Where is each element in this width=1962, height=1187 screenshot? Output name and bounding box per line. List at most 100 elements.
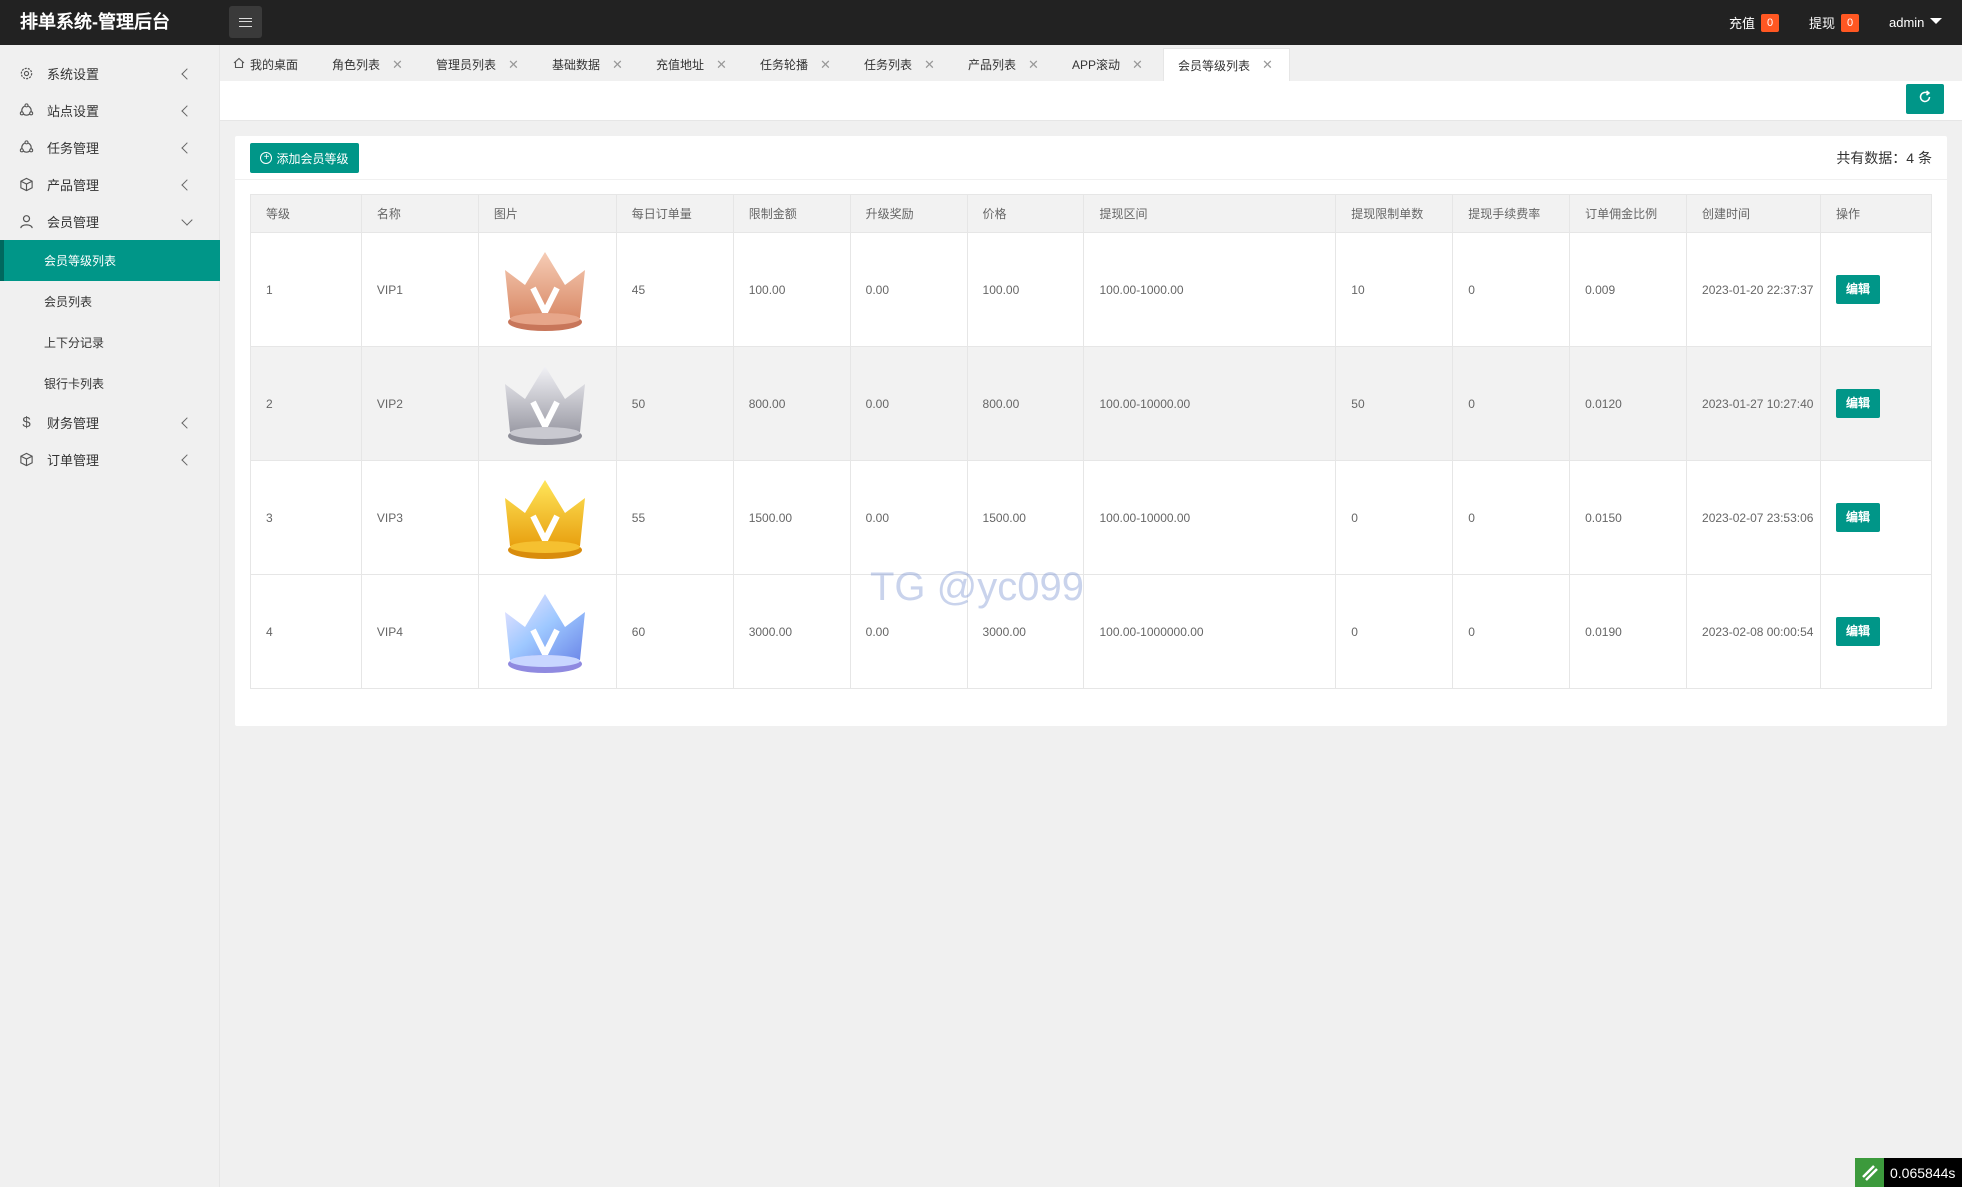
watermark-text: TG @yc099 (870, 565, 1085, 609)
member-level-table: 等级 名称 图片 每日订单量 限制金额 升级奖励 价格 提现区间 提现限制单数 … (250, 194, 1933, 689)
edit-button[interactable]: 编辑 (1835, 617, 1880, 646)
cell-action: 编辑 (1819, 232, 1933, 347)
cell-limit: 1500.00 (732, 460, 851, 575)
refresh-button[interactable] (1906, 84, 1944, 114)
tab-roles[interactable]: 角色列表 ✕ (332, 48, 403, 81)
crown-silver-icon (504, 365, 585, 445)
tab-label: 基础数据 (552, 58, 601, 72)
withdraw-label: 提现 (1809, 16, 1836, 31)
sidebar-item-member[interactable]: 会员管理 (0, 203, 220, 240)
tab-admins[interactable]: 管理员列表 ✕ (436, 48, 519, 81)
cell-name: VIP4 (360, 574, 479, 689)
column-header: 操作 (1819, 194, 1933, 233)
cell-withdraw-range: 100.00-10000.00 (1083, 460, 1337, 575)
cell-fee: 0 (1452, 346, 1571, 461)
cell-withdraw-range: 100.00-1000.00 (1083, 232, 1337, 347)
sidebar-subitem-member-level[interactable]: 会员等级列表 (0, 240, 220, 281)
cell-action: 编辑 (1819, 460, 1933, 575)
sidebar-item-product[interactable]: 产品管理 (0, 166, 220, 203)
site-icon (19, 103, 34, 118)
tab-label: 管理员列表 (436, 58, 497, 72)
tab-task-carousel[interactable]: 任务轮播 ✕ (760, 48, 831, 81)
table-row: 2 VIP2 50 800.00 0.00 800.00 100.00-1000… (250, 346, 1933, 461)
close-icon[interactable]: ✕ (508, 57, 519, 73)
column-header: 每日订单量 (615, 194, 734, 233)
cell-image (477, 460, 617, 575)
close-icon[interactable]: ✕ (1028, 57, 1039, 73)
cell-price: 1500.00 (966, 460, 1085, 575)
tab-base-data[interactable]: 基础数据 ✕ (552, 48, 623, 81)
column-header: 升级奖励 (849, 194, 968, 233)
cell-limit: 800.00 (732, 346, 851, 461)
dollar-icon: $ (22, 414, 31, 431)
top-bar: 排单系统-管理后台 充值 0 提现 0 admin (0, 0, 1962, 45)
sidebar-item-label: 会员管理 (47, 215, 100, 230)
cell-name: VIP3 (360, 460, 479, 575)
sidebar-subitem-member-list[interactable]: 会员列表 (0, 281, 220, 322)
cell-created: 2023-01-27 10:27:40 (1686, 346, 1821, 461)
sidebar-item-label: 系统设置 (47, 67, 100, 82)
cell-image (477, 574, 617, 689)
table-header-row: 等级 名称 图片 每日订单量 限制金额 升级奖励 价格 提现区间 提现限制单数 … (250, 194, 1933, 233)
close-icon[interactable]: ✕ (392, 57, 403, 73)
sidebar: 系统设置 站点设置 任务管理 产品管理 会员管理 会员等级列表 会员列表 上下分… (0, 45, 220, 1187)
cell-name: VIP2 (360, 346, 479, 461)
sidebar-item-label: 任务管理 (47, 141, 100, 156)
withdraw-link[interactable]: 提现 0 (1809, 0, 1860, 45)
sidebar-item-site[interactable]: 站点设置 (0, 92, 220, 129)
add-label: 添加会员等级 (276, 151, 349, 166)
tab-desktop[interactable]: 我的桌面 (233, 48, 298, 81)
user-icon (19, 214, 34, 229)
tab-label: 任务轮播 (760, 58, 809, 72)
sidebar-item-task[interactable]: 任务管理 (0, 129, 220, 166)
tab-app-scroll[interactable]: APP滚动 ✕ (1072, 48, 1143, 81)
cell-fee: 0 (1452, 574, 1571, 689)
crown-crystal-icon (504, 593, 585, 673)
sidebar-subitem-balance-log[interactable]: 上下分记录 (0, 322, 220, 363)
tab-task-list[interactable]: 任务列表 ✕ (864, 48, 935, 81)
cell-daily-orders: 50 (615, 346, 734, 461)
cell-image (477, 346, 617, 461)
column-header: 订单佣金比例 (1569, 194, 1688, 233)
cell-created: 2023-02-07 23:53:06 (1686, 460, 1821, 575)
add-member-level-button[interactable]: + 添加会员等级 (250, 143, 359, 173)
sidebar-item-system[interactable]: 系统设置 (0, 55, 220, 92)
tab-member-level[interactable]: 会员等级列表 ✕ (1163, 48, 1290, 81)
caret-down-icon (1930, 18, 1943, 24)
cell-daily-orders: 55 (615, 460, 734, 575)
menu-toggle-button[interactable] (229, 6, 262, 38)
tab-product-list[interactable]: 产品列表 ✕ (968, 48, 1039, 81)
debug-timer: 0.065844s (1855, 1158, 1962, 1187)
column-header: 等级 (250, 194, 362, 233)
sidebar-item-finance[interactable]: $ 财务管理 (0, 404, 220, 441)
sidebar-subitem-label: 上下分记录 (44, 336, 105, 350)
tab-label: 我的桌面 (250, 58, 299, 72)
edit-button[interactable]: 编辑 (1835, 503, 1880, 532)
tab-recharge-address[interactable]: 充值地址 ✕ (656, 48, 727, 81)
column-header: 名称 (360, 194, 479, 233)
cell-limit: 3000.00 (732, 574, 851, 689)
cell-action: 编辑 (1819, 574, 1933, 689)
recharge-link[interactable]: 充值 0 (1729, 0, 1780, 45)
edit-button[interactable]: 编辑 (1835, 389, 1880, 418)
close-icon[interactable]: ✕ (1262, 57, 1273, 73)
tab-label: 角色列表 (332, 58, 381, 72)
withdraw-badge: 0 (1841, 13, 1860, 32)
sidebar-subitem-bank-cards[interactable]: 银行卡列表 (0, 363, 220, 404)
table-row: 3 VIP3 55 1500.00 0.00 1500.00 100.00-10… (250, 460, 1933, 575)
user-menu[interactable]: admin (1889, 0, 1943, 45)
sidebar-item-orders[interactable]: 订单管理 (0, 441, 220, 478)
cell-withdraw-limit: 50 (1335, 346, 1454, 461)
edit-button[interactable]: 编辑 (1835, 275, 1880, 304)
sidebar-item-label: 订单管理 (47, 453, 100, 468)
cell-bonus: 0.00 (849, 346, 968, 461)
close-icon[interactable]: ✕ (924, 57, 935, 73)
app-title: 排单系统-管理后台 (20, 12, 170, 32)
close-icon[interactable]: ✕ (820, 57, 831, 73)
close-icon[interactable]: ✕ (1132, 57, 1143, 73)
close-icon[interactable]: ✕ (716, 57, 727, 73)
box-icon (19, 452, 34, 467)
close-icon[interactable]: ✕ (612, 57, 623, 73)
tab-label: 会员等级列表 (1178, 58, 1251, 73)
chevron-left-icon (181, 67, 193, 80)
